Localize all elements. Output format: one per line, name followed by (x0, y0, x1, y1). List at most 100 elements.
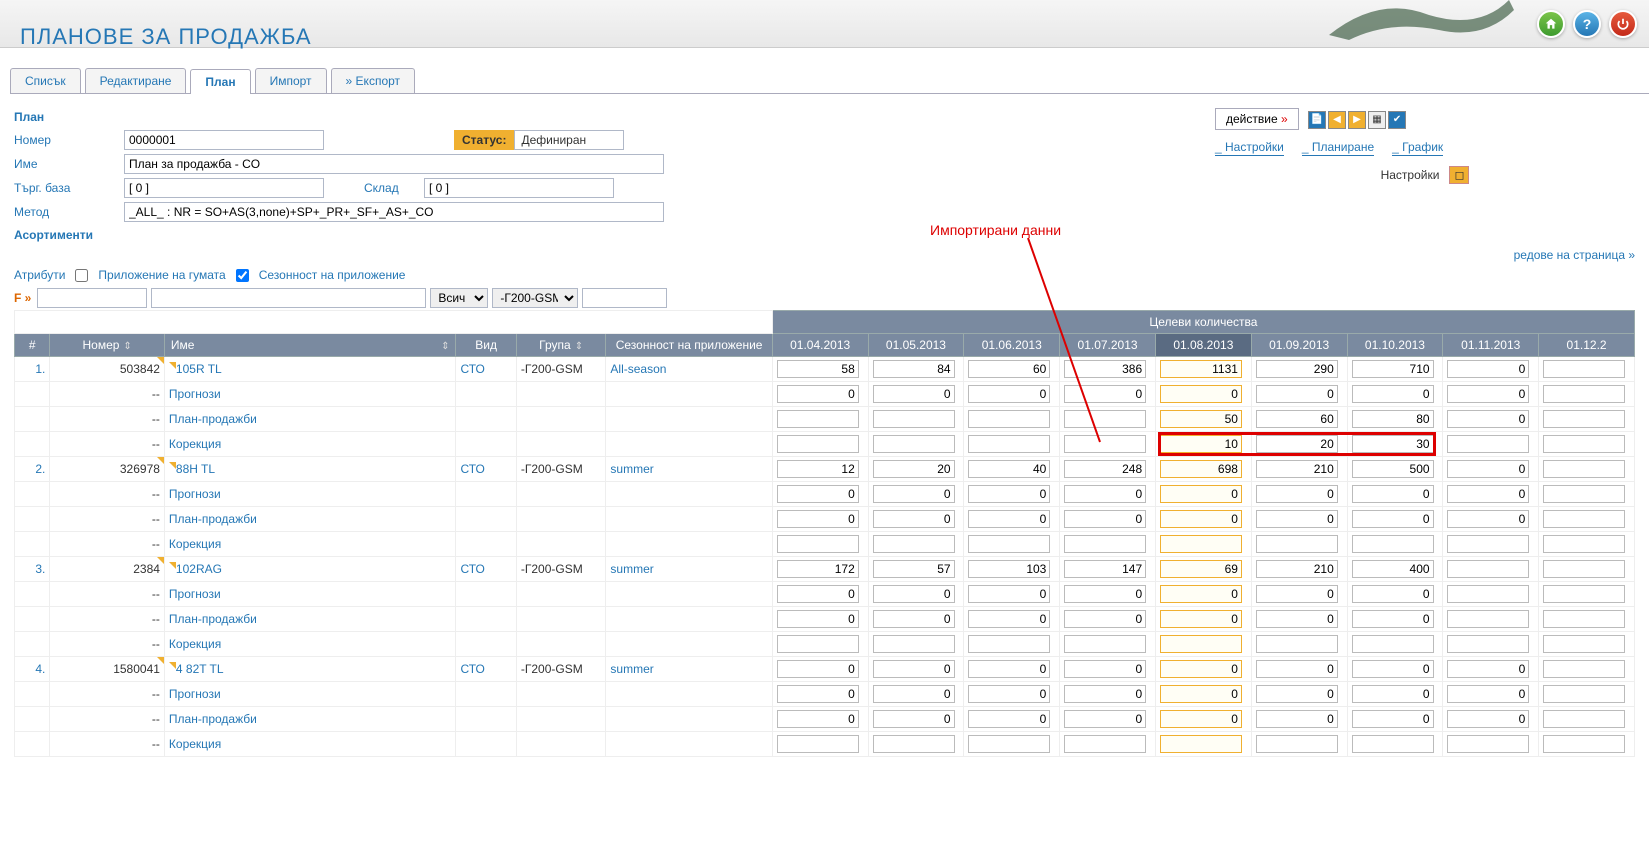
settings-checkbox[interactable]: ◻ (1449, 166, 1469, 184)
cell-input[interactable] (968, 710, 1050, 728)
cell-input[interactable] (1543, 560, 1625, 578)
cell-input[interactable] (1064, 635, 1146, 653)
cell-input[interactable] (777, 485, 859, 503)
cell-input[interactable] (968, 510, 1050, 528)
cell-input[interactable] (1160, 485, 1242, 503)
print-icon[interactable]: 📄 (1308, 111, 1326, 129)
row-season[interactable]: summer (610, 562, 653, 576)
cell-input[interactable] (968, 485, 1050, 503)
col-m2[interactable]: 01.06.2013 (964, 334, 1060, 357)
row-plan-sales[interactable]: План-продажби (169, 412, 257, 426)
cell-input[interactable] (1543, 485, 1625, 503)
cell-input[interactable] (873, 435, 955, 453)
cell-input[interactable] (1447, 610, 1529, 628)
cell-input[interactable] (1543, 710, 1625, 728)
cell-input[interactable] (1064, 510, 1146, 528)
cell-input[interactable] (1543, 360, 1625, 378)
cell-input[interactable] (1447, 385, 1529, 403)
cell-input[interactable] (1352, 585, 1434, 603)
cell-input[interactable] (1543, 735, 1625, 753)
subtab-chart[interactable]: _ График (1392, 140, 1443, 156)
cell-input[interactable] (1064, 560, 1146, 578)
rows-per-page-link[interactable]: редове на страница » (14, 248, 1635, 262)
cell-input[interactable] (1256, 410, 1338, 428)
cell-input[interactable] (1160, 610, 1242, 628)
col-m1[interactable]: 01.05.2013 (868, 334, 964, 357)
cell-input[interactable] (873, 385, 955, 403)
cell-input[interactable] (777, 635, 859, 653)
cell-input[interactable] (1447, 685, 1529, 703)
cell-input[interactable] (1543, 460, 1625, 478)
cell-input[interactable] (1256, 660, 1338, 678)
cell-input[interactable] (1543, 660, 1625, 678)
col-m5[interactable]: 01.09.2013 (1251, 334, 1347, 357)
action-button[interactable]: действие » (1215, 108, 1299, 130)
cell-input[interactable] (1256, 710, 1338, 728)
cell-input[interactable] (968, 610, 1050, 628)
cell-input[interactable] (873, 635, 955, 653)
row-prognosis[interactable]: Прогнози (169, 487, 221, 501)
cell-input[interactable] (968, 410, 1050, 428)
cell-input[interactable] (777, 710, 859, 728)
prev-icon[interactable]: ◀ (1328, 111, 1346, 129)
filter-number[interactable] (37, 288, 147, 308)
cell-input[interactable] (968, 360, 1050, 378)
cell-input[interactable] (1256, 610, 1338, 628)
cell-input[interactable] (777, 435, 859, 453)
row-correction[interactable]: Корекция (169, 437, 221, 451)
logout-button[interactable] (1609, 10, 1637, 38)
cell-input[interactable] (873, 485, 955, 503)
cell-input[interactable] (1352, 460, 1434, 478)
grid-icon[interactable]: ▦ (1368, 111, 1386, 129)
col-group[interactable]: Група (516, 334, 606, 357)
col-m8[interactable]: 01.12.2 (1539, 334, 1635, 357)
cell-input[interactable] (1543, 385, 1625, 403)
cell-input[interactable] (777, 360, 859, 378)
row-plan-sales[interactable]: План-продажби (169, 612, 257, 626)
cell-input[interactable] (1447, 410, 1529, 428)
input-store[interactable] (424, 178, 614, 198)
input-tbase[interactable] (124, 178, 324, 198)
help-button[interactable]: ? (1573, 10, 1601, 38)
cell-input[interactable] (1352, 660, 1434, 678)
cell-input[interactable] (1064, 485, 1146, 503)
cell-input[interactable] (1447, 510, 1529, 528)
cell-input[interactable] (1160, 635, 1242, 653)
cell-input[interactable] (1543, 635, 1625, 653)
checkbox-seasonality[interactable] (236, 269, 249, 282)
cell-input[interactable] (1543, 585, 1625, 603)
cell-input[interactable] (1256, 510, 1338, 528)
input-name[interactable] (124, 154, 664, 174)
cell-input[interactable] (1160, 360, 1242, 378)
cell-input[interactable] (1352, 710, 1434, 728)
tab-list[interactable]: Списък (10, 68, 81, 93)
cell-input[interactable] (1352, 360, 1434, 378)
cell-input[interactable] (1352, 610, 1434, 628)
tab-import[interactable]: Импорт (255, 68, 327, 93)
cell-input[interactable] (1352, 735, 1434, 753)
cell-input[interactable] (1352, 410, 1434, 428)
cell-input[interactable] (1064, 685, 1146, 703)
row-kind[interactable]: СТО (460, 362, 484, 376)
cell-input[interactable] (777, 385, 859, 403)
col-m6[interactable]: 01.10.2013 (1347, 334, 1443, 357)
cell-input[interactable] (1352, 435, 1434, 453)
subtab-settings[interactable]: _ Настройки (1215, 140, 1284, 156)
cell-input[interactable] (1256, 735, 1338, 753)
cell-input[interactable] (1256, 560, 1338, 578)
cell-input[interactable] (873, 585, 955, 603)
cell-input[interactable] (1160, 435, 1242, 453)
next-icon[interactable]: ▶ (1348, 111, 1366, 129)
cell-input[interactable] (968, 685, 1050, 703)
cell-input[interactable] (1064, 610, 1146, 628)
cell-input[interactable] (1352, 385, 1434, 403)
cell-input[interactable] (873, 735, 955, 753)
filter-kind-select[interactable]: Всич (430, 288, 488, 308)
cell-input[interactable] (873, 460, 955, 478)
col-name[interactable]: Име (164, 334, 456, 357)
cell-input[interactable] (1543, 435, 1625, 453)
col-m7[interactable]: 01.11.2013 (1443, 334, 1539, 357)
cell-input[interactable] (1447, 360, 1529, 378)
row-correction[interactable]: Корекция (169, 637, 221, 651)
cell-input[interactable] (873, 360, 955, 378)
